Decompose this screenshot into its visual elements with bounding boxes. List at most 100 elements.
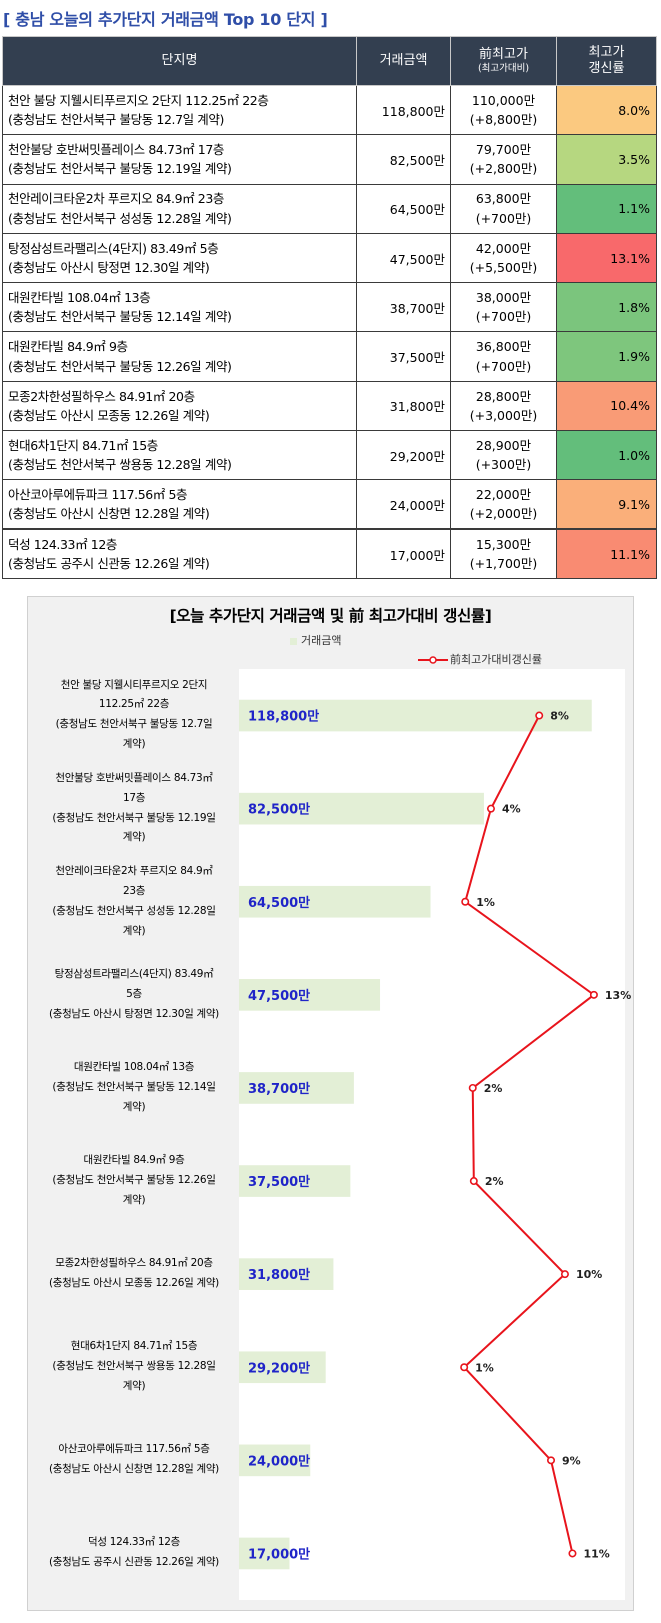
line-point [589,990,598,999]
complex-location: (충청남도 천안서북구 불당동 12.19일 계약) [8,161,232,177]
page-title: [ 충남 오늘의 추가단지 거래금액 Top 10 단지 ] [3,10,328,29]
rate-cell: 9.1% [556,479,657,530]
prev-high-cell: 63,800만 (+700만) [450,183,557,234]
combo-chart: 118,800만 82,500만 64,500만 47,500만 38,700만 37,5… [239,699,631,1570]
complex-name: 천안레이크타운2차 푸르지오 84.9㎡ 23층 [8,191,225,207]
header-prev-high[interactable]: 前최고가 (최고가대비) [450,36,557,86]
complex-name: 아산코아루에듀파크 117.56㎡ 5층 [8,486,188,502]
complex-name-cell: 대원칸타빌 84.9㎡ 9층 (충청남도 천안서북구 불당동 12.26일 계약) [2,331,357,382]
table-row: 천안 불당 지웰시티푸르지오 2단지 112.25㎡ 22층 (충청남도 천안서북… [2,84,657,136]
prev-high-cell: 110,000만 (+8,800만) [450,84,557,136]
price-cell: 24,000만 [356,479,451,530]
complex-location: (충청남도 아산시 신창면 12.28일 계약) [8,506,210,522]
rate-cell: 1.0% [556,430,657,481]
price-cell: 38,700만 [356,282,451,333]
line-value-label: 10% [576,1268,602,1281]
rate-cell: 1.8% [556,282,657,333]
rate-cell: 11.1% [556,528,657,579]
bar-value-label: 82,500만 [248,802,310,818]
line-value-label: 1% [476,896,495,909]
table-header-row: 단지명 거래금액 前최고가 (최고가대비) 최고가 갱신률 [2,36,657,86]
line-value-label: 4% [502,803,521,816]
complex-location: (충청남도 천안서북구 불당동 12.7일 계약) [8,112,224,128]
complex-name-cell: 천안불당 호반써밋플레이스 84.73㎡ 17층 (충청남도 천안서북구 불당동 … [2,134,357,185]
complex-name: 모종2차한성필하우스 84.91㎡ 20층 [8,388,195,404]
bar-value-label: 31,800만 [248,1267,310,1283]
line-value-label: 2% [485,1175,504,1188]
prev-high-cell: 28,900만 (+300만) [450,430,557,481]
prev-high-cell: 28,800만 (+3,000만) [450,380,557,432]
rate-cell: 3.5% [556,134,657,185]
complex-name-cell: 천안 불당 지웰시티푸르지오 2단지 112.25㎡ 22층 (충청남도 천안서북… [2,84,357,136]
complex-name: 대원칸타빌 108.04㎡ 13층 [8,289,151,305]
complex-location: (충청남도 공주시 신관동 12.26일 계약) [8,556,210,572]
price-cell: 31,800만 [356,380,451,432]
line-update-rate [462,715,596,1554]
prev-high-cell: 79,700만 (+2,800만) [450,134,557,185]
complex-name: 탕정삼성트라팰리스(4단지) 83.49㎡ 5층 [8,240,219,256]
complex-name-cell: 아산코아루에듀파크 117.56㎡ 5층 (충청남도 아산시 신창면 12.28일… [2,479,357,530]
rate-cell: 13.1% [556,232,657,284]
table-row: 아산코아루에듀파크 117.56㎡ 5층 (충청남도 아산시 신창면 12.28일… [2,479,657,530]
top10-table: 단지명 거래금액 前최고가 (최고가대비) 최고가 갱신률 천안 불당 지웰시티푸르… [2,36,657,579]
line-value-label: 13% [605,989,631,1002]
prev-high-cell: 22,000만 (+2,000만) [450,479,557,530]
bar-value-label: 38,700만 [248,1081,310,1097]
complex-name-cell: 대원칸타빌 108.04㎡ 13층 (충청남도 천안서북구 불당동 12.14일 … [2,282,357,333]
line-point [461,897,470,906]
header-price[interactable]: 거래금액 [356,36,451,86]
bar-value-label: 29,200만 [248,1360,310,1376]
line-point [535,711,544,720]
line-value-label: 9% [562,1454,581,1467]
header-rate[interactable]: 최고가 갱신률 [556,36,657,86]
complex-name-cell: 모종2차한성필하우스 84.91㎡ 20층 (충청남도 아산시 모종동 12.26… [2,380,357,432]
rate-cell: 1.1% [556,183,657,234]
line-point [486,804,495,813]
prev-high-cell: 38,000만 (+700만) [450,282,557,333]
complex-location: (충청남도 천안서북구 성성동 12.28일 계약) [8,210,232,226]
line-point [547,1456,556,1465]
table-row: 현대6차1단지 84.71㎡ 15층 (충청남도 천안서북구 쌍용동 12.28일… [2,430,657,481]
bar-value-label: 64,500만 [248,895,310,911]
line-point [469,1177,478,1186]
line-value-label: 2% [484,1082,503,1095]
line-point [460,1363,469,1372]
complex-location: (충청남도 아산시 탕정면 12.30일 계약) [8,260,210,276]
complex-name-cell: 천안레이크타운2차 푸르지오 84.9㎡ 23층 (충청남도 천안서북구 성성동 … [2,183,357,234]
complex-location: (충청남도 천안서북구 불당동 12.26일 계약) [8,358,232,374]
table-row: 천안레이크타운2차 푸르지오 84.9㎡ 23층 (충청남도 천안서북구 성성동 … [2,183,657,234]
price-cell: 29,200만 [356,430,451,481]
table-row: 덕성 124.33㎡ 12층 (충청남도 공주시 신관동 12.26일 계약) 17… [2,528,657,579]
chart-panel: [오늘 추가단지 거래금액 및 前 최고가대비 갱신률] 거래금액 前최고가대비… [27,596,634,1611]
header-name[interactable]: 단지명 [2,36,357,86]
line-point [560,1270,569,1279]
complex-location: (충청남도 천안서북구 불당동 12.14일 계약) [8,309,232,325]
table-row: 탕정삼성트라팰리스(4단지) 83.49㎡ 5층 (충청남도 아산시 탕정면 12… [2,232,657,284]
complex-location: (충청남도 천안서북구 쌍용동 12.28일 계약) [8,457,232,473]
prev-high-cell: 36,800만 (+700만) [450,331,557,382]
price-cell: 17,000만 [356,528,451,579]
complex-name: 천안 불당 지웰시티푸르지오 2단지 112.25㎡ 22층 [8,92,269,108]
complex-name-cell: 현대6차1단지 84.71㎡ 15층 (충청남도 천안서북구 쌍용동 12.28일… [2,430,357,481]
bar-value-label: 47,500만 [248,988,310,1004]
bar-value-label: 118,800만 [248,709,319,725]
price-cell: 47,500만 [356,232,451,284]
bar-value-label: 37,500만 [248,1174,310,1190]
table-row: 대원칸타빌 84.9㎡ 9층 (충청남도 천안서북구 불당동 12.26일 계약)… [2,331,657,382]
complex-name: 대원칸타빌 84.9㎡ 9층 [8,339,128,355]
price-cell: 82,500만 [356,134,451,185]
complex-name: 천안불당 호반써밋플레이스 84.73㎡ 17층 [8,142,225,158]
price-cell: 118,800만 [356,84,451,136]
table-row: 모종2차한성필하우스 84.91㎡ 20층 (충청남도 아산시 모종동 12.26… [2,380,657,432]
complex-name-cell: 탕정삼성트라팰리스(4단지) 83.49㎡ 5층 (충청남도 아산시 탕정면 12… [2,232,357,284]
price-cell: 64,500만 [356,183,451,234]
line-point [468,1083,477,1092]
bar-value-label: 17,000만 [248,1546,310,1562]
table-row: 대원칸타빌 108.04㎡ 13층 (충청남도 천안서북구 불당동 12.14일 … [2,282,657,333]
prev-high-cell: 42,000만 (+5,500만) [450,232,557,284]
rate-cell: 10.4% [556,380,657,432]
complex-name: 덕성 124.33㎡ 12층 [8,536,117,552]
line-value-label: 8% [550,710,569,723]
rate-cell: 1.9% [556,331,657,382]
table-row: 천안불당 호반써밋플레이스 84.73㎡ 17층 (충청남도 천안서북구 불당동 … [2,134,657,185]
